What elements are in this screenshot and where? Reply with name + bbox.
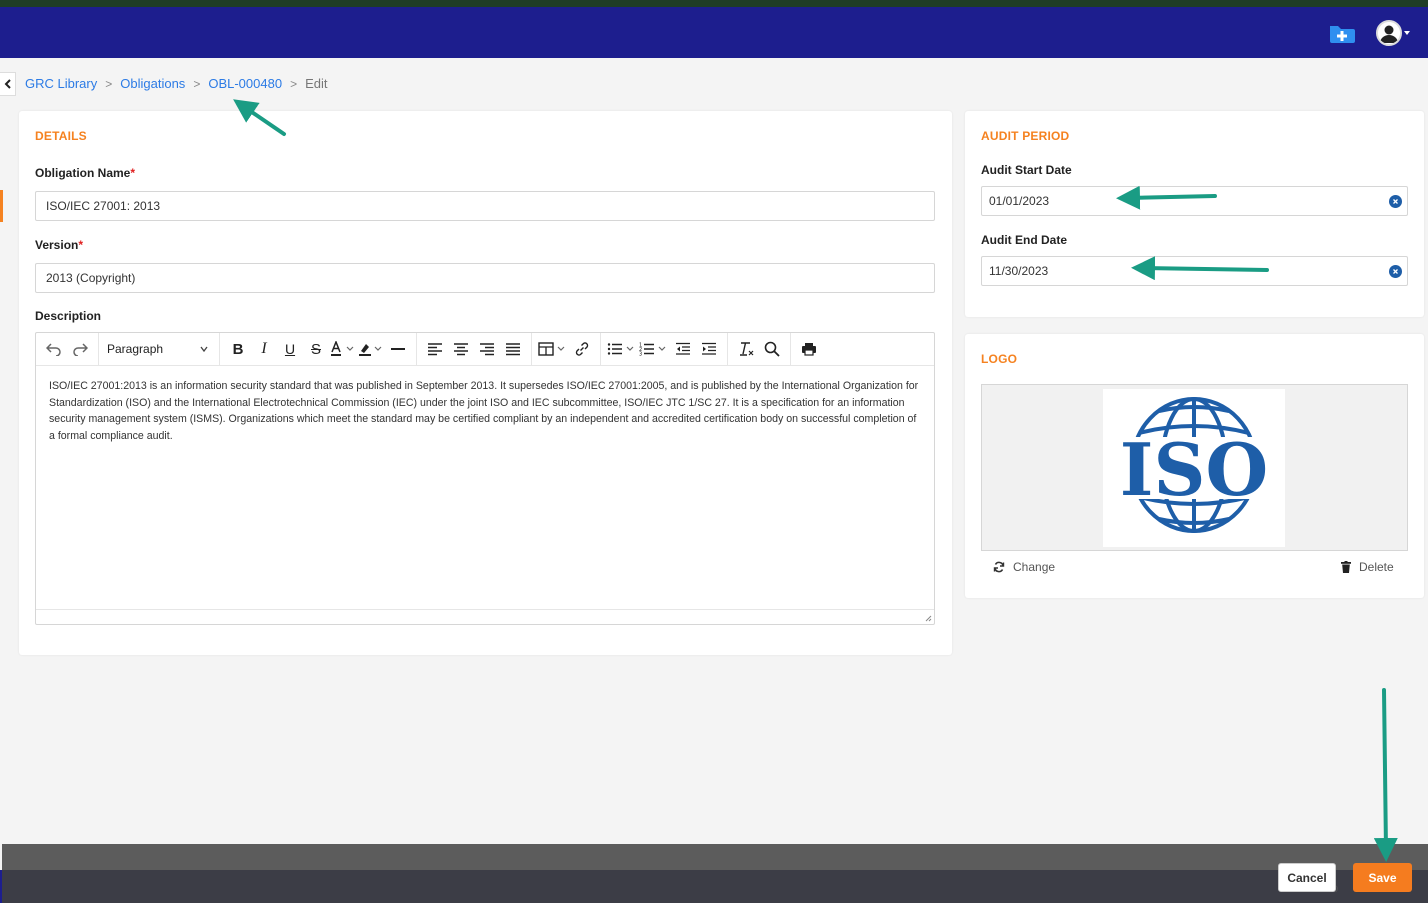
clear-formatting-icon[interactable] — [734, 337, 758, 361]
tools-group — [728, 332, 791, 366]
user-avatar-icon[interactable] — [1376, 20, 1402, 46]
numbered-list-icon[interactable]: 123 — [639, 337, 669, 361]
audit-start-date-label: Audit Start Date — [981, 163, 1072, 177]
table-icon[interactable] — [538, 337, 568, 361]
collapse-sidebar-button[interactable] — [0, 72, 16, 96]
search-icon[interactable] — [760, 337, 784, 361]
details-section-title: DETAILS — [35, 129, 87, 143]
delete-logo-button[interactable]: Delete — [1341, 560, 1394, 574]
editor-toolbar: Paragraph B I U S 1 2 3 — [36, 332, 934, 366]
logo-preview: ISO — [981, 384, 1408, 551]
format-group: Paragraph — [99, 332, 220, 366]
breadcrumb-separator: > — [193, 76, 201, 91]
breadcrumb-obligation-id[interactable]: OBL-000480 — [208, 76, 282, 91]
obligation-name-label: Obligation Name* — [35, 166, 135, 180]
resize-handle-icon[interactable] — [924, 614, 932, 622]
obligation-name-input[interactable] — [35, 191, 935, 221]
version-input[interactable] — [35, 263, 935, 293]
refresh-icon — [993, 561, 1005, 573]
top-navigation-bar — [0, 7, 1428, 58]
undo-icon[interactable] — [42, 337, 66, 361]
align-justify-icon[interactable] — [501, 337, 525, 361]
sidebar-edge — [0, 870, 2, 903]
details-card: DETAILS Obligation Name* Version* Descri… — [19, 111, 952, 655]
bold-icon[interactable]: B — [226, 337, 250, 361]
link-icon[interactable] — [570, 337, 594, 361]
svg-text:3: 3 — [639, 352, 642, 357]
description-label: Description — [35, 309, 102, 323]
list-group: 123 — [601, 332, 728, 366]
text-color-icon[interactable] — [330, 337, 356, 361]
trash-icon — [1341, 561, 1351, 573]
iso-logo-image: ISO — [1103, 389, 1285, 547]
sidebar-active-indicator — [0, 190, 3, 222]
audit-period-card: AUDIT PERIOD Audit Start Date Audit End … — [965, 111, 1424, 317]
footer-band — [2, 844, 1428, 870]
change-logo-button[interactable]: Change — [993, 560, 1055, 574]
version-label: Version* — [35, 238, 83, 252]
block-format-value: Paragraph — [107, 342, 164, 356]
indent-icon[interactable] — [697, 337, 721, 361]
outdent-icon[interactable] — [671, 337, 695, 361]
description-content[interactable]: ISO/IEC 27001:2013 is an information sec… — [49, 378, 919, 444]
obligation-name-label-text: Obligation Name — [35, 166, 131, 180]
required-marker: * — [130, 166, 136, 180]
breadcrumb-separator: > — [290, 76, 298, 91]
cancel-button[interactable]: Cancel — [1278, 863, 1336, 892]
breadcrumb-current: Edit — [305, 76, 328, 91]
audit-period-section-title: AUDIT PERIOD — [981, 129, 1070, 143]
italic-icon[interactable]: I — [252, 337, 276, 361]
folder-plus-icon[interactable] — [1328, 22, 1356, 44]
clear-start-date-icon[interactable] — [1389, 195, 1402, 208]
required-marker: * — [78, 238, 84, 252]
logo-text: ISO — [1120, 427, 1268, 512]
audit-start-date-input[interactable] — [981, 186, 1408, 216]
block-format-select[interactable]: Paragraph — [105, 337, 213, 361]
logo-actions: Change Delete — [981, 556, 1408, 576]
delete-logo-label: Delete — [1359, 560, 1394, 574]
chevron-left-icon — [4, 79, 11, 89]
insert-group — [532, 332, 601, 366]
bullet-list-icon[interactable] — [607, 337, 637, 361]
save-button[interactable]: Save — [1353, 863, 1412, 892]
version-label-text: Version — [35, 238, 79, 252]
horizontal-line-icon[interactable] — [386, 337, 410, 361]
action-footer: © 20 — [2, 870, 1428, 903]
align-center-icon[interactable] — [449, 337, 473, 361]
logo-section-title: LOGO — [981, 352, 1018, 366]
history-group — [36, 332, 99, 366]
align-left-icon[interactable] — [423, 337, 447, 361]
window-top-strip — [0, 0, 1428, 7]
description-editor: Paragraph B I U S 1 2 3 ISO/IEC 27001:20… — [35, 332, 935, 625]
breadcrumb: GRC Library > Obligations > OBL-000480 >… — [25, 76, 327, 91]
highlight-color-icon[interactable] — [358, 337, 384, 361]
alignment-group — [417, 332, 532, 366]
breadcrumb-obligations[interactable]: Obligations — [120, 76, 185, 91]
chevron-down-icon — [200, 346, 208, 353]
clear-end-date-icon[interactable] — [1389, 265, 1402, 278]
strikethrough-icon[interactable]: S — [304, 337, 328, 361]
chevron-down-icon[interactable] — [1404, 31, 1410, 35]
annotation-arrow — [1373, 688, 1398, 862]
audit-end-date-input[interactable] — [981, 256, 1408, 286]
underline-icon[interactable]: U — [278, 337, 302, 361]
audit-end-date-label: Audit End Date — [981, 233, 1067, 247]
editor-statusbar — [36, 609, 934, 624]
logo-card: LOGO ISO Change Delete — [965, 334, 1424, 598]
text-style-group: B I U S — [220, 332, 417, 366]
print-group — [791, 333, 827, 366]
breadcrumb-separator: > — [105, 76, 113, 91]
align-right-icon[interactable] — [475, 337, 499, 361]
change-logo-label: Change — [1013, 560, 1056, 574]
print-icon[interactable] — [797, 337, 821, 361]
redo-icon[interactable] — [68, 337, 92, 361]
breadcrumb-grc-library[interactable]: GRC Library — [25, 76, 97, 91]
